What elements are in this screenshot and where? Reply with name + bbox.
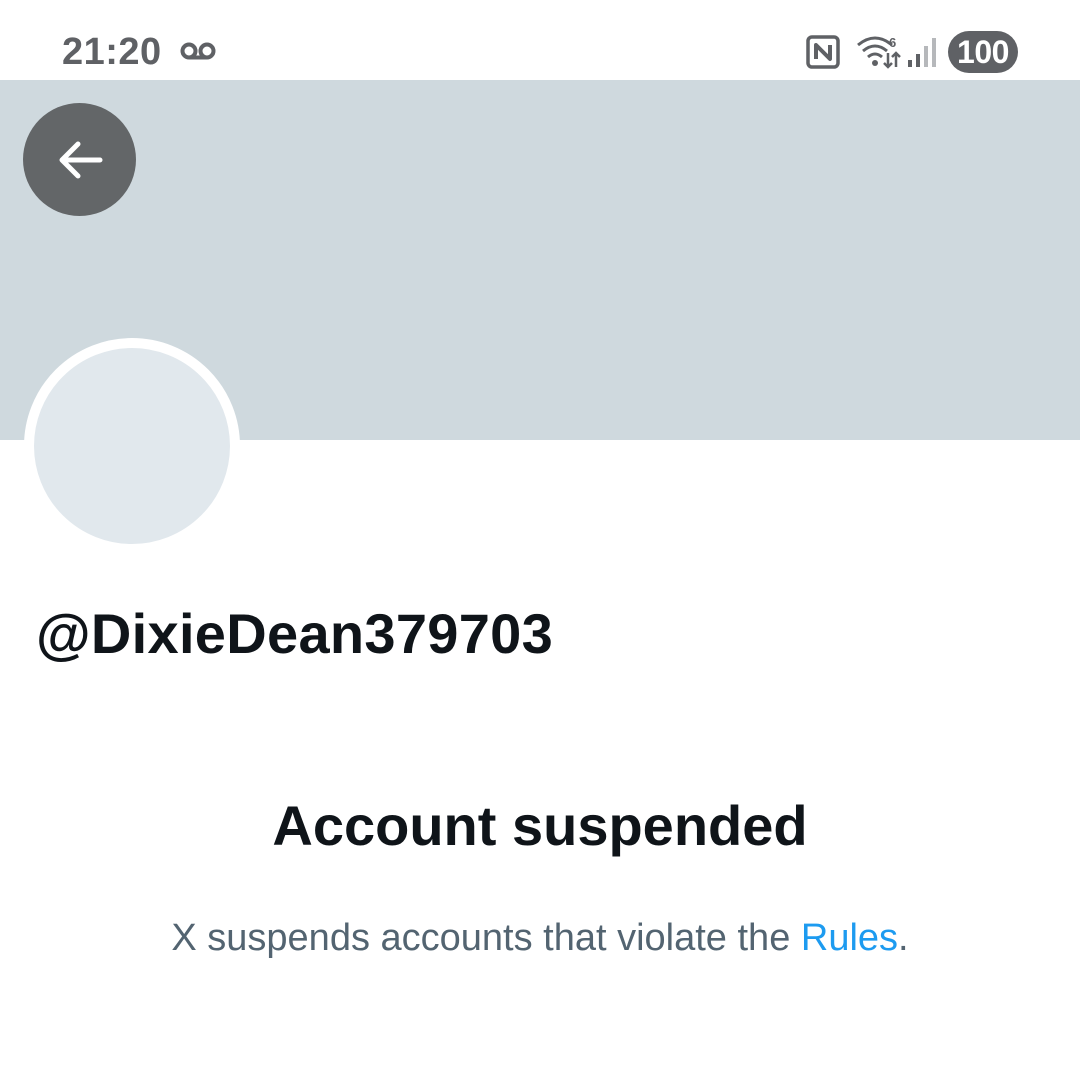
avatar	[24, 338, 240, 554]
suspended-message-period: .	[898, 917, 909, 959]
battery-icon: 100	[948, 31, 1018, 73]
voicemail-icon	[180, 42, 216, 60]
wifi-icon: 6	[857, 35, 901, 69]
arrow-left-icon	[59, 141, 102, 178]
back-button[interactable]	[23, 103, 136, 216]
nfc-icon	[806, 35, 840, 69]
status-time: 21:20	[62, 31, 162, 73]
profile-handle: @DixieDean379703	[36, 602, 554, 665]
suspended-message: X suspends accounts that violate the Rul…	[0, 910, 1080, 966]
suspended-message-text: X suspends accounts that violate the	[171, 917, 801, 959]
rules-link[interactable]: Rules	[801, 917, 898, 959]
svg-text:6: 6	[889, 35, 896, 50]
signal-icon	[908, 38, 936, 67]
suspended-title: Account suspended	[272, 794, 808, 857]
status-bar: 21:20 6 100	[0, 0, 1080, 80]
